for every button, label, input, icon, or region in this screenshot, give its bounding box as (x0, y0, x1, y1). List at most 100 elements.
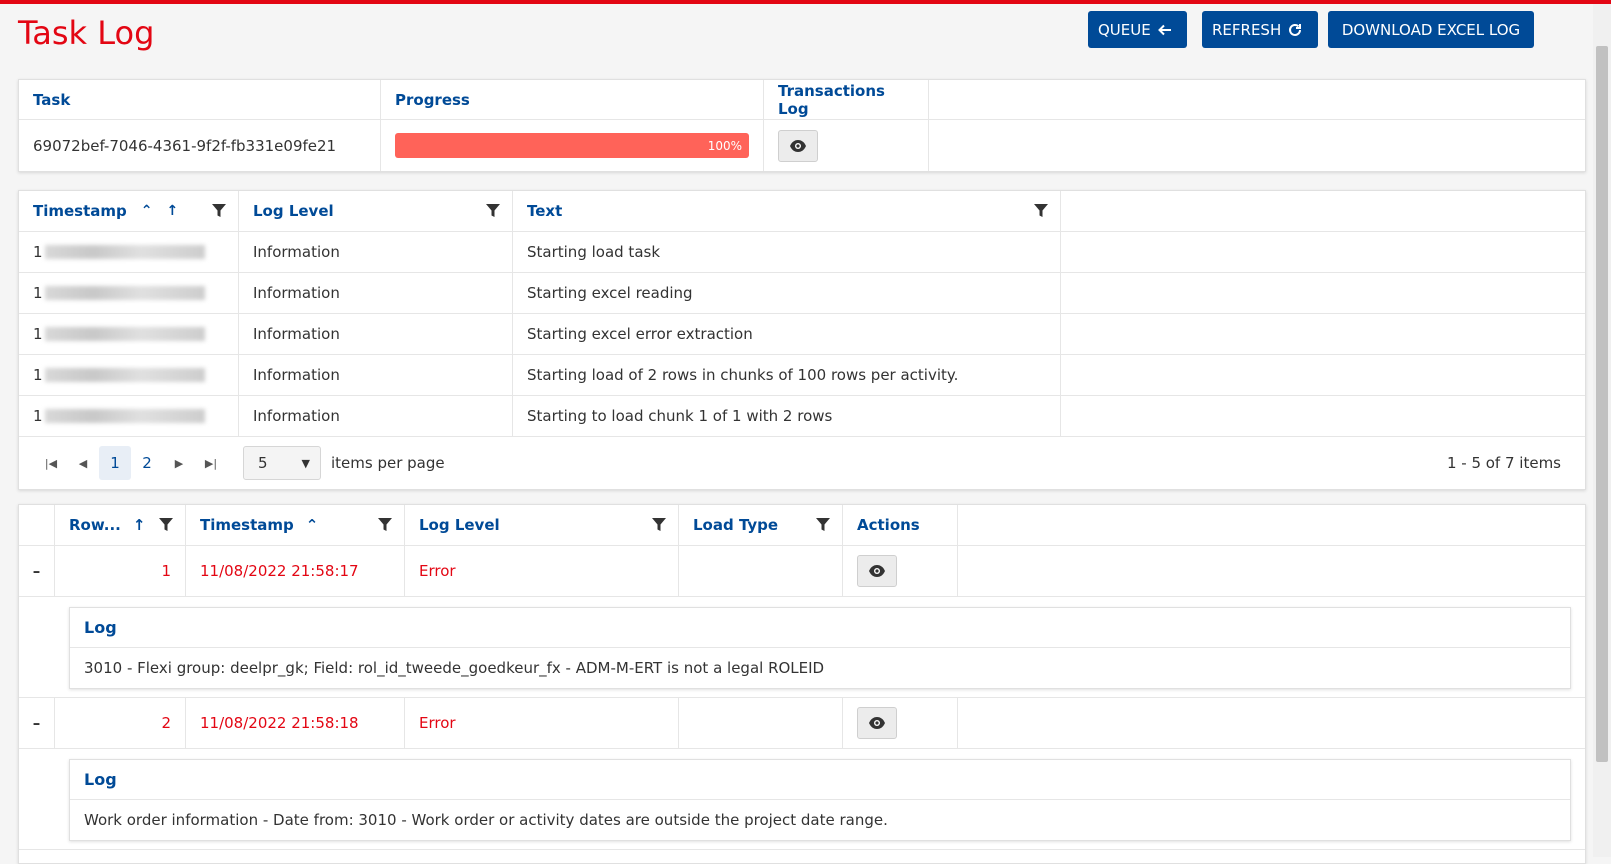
download-excel-log-button[interactable]: DOWNLOAD EXCEL LOG (1328, 11, 1534, 48)
redacted-timestamp (44, 245, 205, 259)
timestamp-column-header[interactable]: Timestamp ⌃ (186, 505, 405, 546)
redacted-timestamp (44, 409, 205, 423)
task-log-page: Task Log QUEUE REFRESH DOWNLOAD EXCEL LO… (0, 4, 1593, 864)
redacted-timestamp (44, 286, 205, 300)
log-level-column-header[interactable]: Log Level (239, 191, 513, 232)
table-row-timestamp: 1 (19, 396, 239, 437)
first-page-button[interactable]: |◀ (35, 446, 67, 480)
page-1-button[interactable]: 1 (99, 446, 131, 480)
table-row-timestamp: 1 (19, 314, 239, 355)
pagination-bar: |◀ ◀ 1 2 ▶ ▶| 5 ▼ items per page 1 - 5 o… (19, 437, 1585, 489)
progress-bar: 100% (395, 133, 749, 158)
download-button-label: DOWNLOAD EXCEL LOG (1341, 20, 1521, 39)
progress-cell: 100% (381, 120, 764, 171)
table-row-timestamp: 1 (19, 355, 239, 396)
actions-column-header: Actions (843, 505, 958, 546)
table-row-text: Starting load of 2 rows in chunks of 100… (513, 355, 1061, 396)
transactions-log-column-header[interactable]: Transactions Log (764, 80, 929, 120)
eye-icon (869, 565, 885, 577)
table-row-level: Information (239, 232, 513, 273)
row-detail-log: Log 3010 - Flexi group: deelpr_gk; Field… (69, 607, 1571, 689)
table-row-text: Starting excel error extraction (513, 314, 1061, 355)
table-row: – 2 11/08/2022 21:58:18 Error (19, 698, 1585, 749)
row-actions (843, 698, 958, 749)
row-detail-panel: Log 3010 - Flexi group: deelpr_gk; Field… (19, 597, 1585, 698)
refresh-icon (1289, 23, 1302, 36)
row-column-header[interactable]: Row... ↑ (55, 505, 186, 546)
filter-icon[interactable] (378, 518, 392, 532)
table-row-timestamp: 1 (19, 232, 239, 273)
page-scrollbar[interactable] (1593, 4, 1611, 857)
view-row-button[interactable] (857, 555, 897, 587)
row-load-type (679, 546, 843, 597)
sort-toggle-icon[interactable]: ⌃ (141, 203, 153, 219)
eye-icon (869, 717, 885, 729)
page-size-select[interactable]: 5 ▼ (243, 446, 321, 480)
queue-button[interactable]: QUEUE (1088, 11, 1187, 48)
view-transactions-log-button[interactable] (778, 129, 818, 162)
view-row-button[interactable] (857, 707, 897, 739)
task-summary-table: Task Progress Transactions Log 69072bef-… (18, 79, 1586, 172)
next-page-button[interactable]: ▶ (163, 446, 195, 480)
detail-log-text: 3010 - Flexi group: deelpr_gk; Field: ro… (84, 659, 825, 677)
row-detail-panel: Log Work order information - Date from: … (19, 749, 1585, 850)
sort-toggle-icon[interactable]: ⌃ (306, 516, 319, 534)
row-timestamp: 11/08/2022 21:58:18 (186, 698, 405, 749)
table-row-text: Starting to load chunk 1 of 1 with 2 row… (513, 396, 1061, 437)
filter-icon[interactable] (1034, 204, 1048, 218)
filter-icon[interactable] (652, 518, 666, 532)
page-title: Task Log (18, 14, 155, 52)
previous-page-button[interactable]: ◀ (67, 446, 99, 480)
table-row-timestamp: 1 (19, 273, 239, 314)
page-size-value: 5 (258, 454, 268, 472)
last-page-button[interactable]: ▶| (195, 446, 227, 480)
load-type-header-label: Load Type (693, 516, 779, 534)
detail-log-header: Log (70, 760, 1570, 800)
load-type-column-header[interactable]: Load Type (679, 505, 843, 546)
chevron-down-icon: ▼ (301, 456, 310, 470)
items-per-page-label: items per page (331, 454, 445, 472)
row-log-level: Error (405, 546, 679, 597)
detail-log-text: Work order information - Date from: 3010… (84, 811, 888, 829)
progress-column-header[interactable]: Progress (381, 80, 764, 120)
task-column-header[interactable]: Task (19, 80, 381, 120)
row-header-label: Row... (69, 516, 121, 534)
filter-icon[interactable] (159, 518, 173, 532)
table-row-level: Information (239, 314, 513, 355)
refresh-button[interactable]: REFRESH (1202, 11, 1318, 48)
timestamp-header-label: Timestamp (33, 202, 127, 220)
log-level-column-header[interactable]: Log Level (405, 505, 679, 546)
text-header-label: Text (527, 202, 563, 220)
collapse-row-toggle[interactable]: – (19, 698, 55, 749)
redacted-timestamp (44, 327, 205, 341)
collapse-row-toggle[interactable]: – (19, 546, 55, 597)
table-row-level: Information (239, 355, 513, 396)
sort-ascending-icon[interactable]: ↑ (133, 516, 146, 534)
filter-icon[interactable] (816, 518, 830, 532)
row-number: 1 (55, 546, 186, 597)
filter-icon[interactable] (486, 204, 500, 218)
row-number: 2 (55, 698, 186, 749)
scrollbar-thumb[interactable] (1596, 46, 1608, 762)
header-filler (929, 80, 1585, 120)
filter-icon[interactable] (212, 204, 226, 218)
row-log-level: Error (405, 698, 679, 749)
page-2-button[interactable]: 2 (131, 446, 163, 480)
pagination-info: 1 - 5 of 7 items (1446, 454, 1561, 472)
refresh-button-label: REFRESH (1212, 20, 1282, 39)
progress-label: 100% (707, 138, 742, 153)
sort-ascending-icon[interactable]: ↑ (167, 203, 179, 219)
timestamp-column-header[interactable]: Timestamp ⌃ ↑ (19, 191, 239, 232)
log-level-header-label: Log Level (419, 516, 500, 534)
log-level-header-label: Log Level (253, 202, 334, 220)
timestamp-header-label: Timestamp (200, 516, 294, 534)
table-row-level: Information (239, 273, 513, 314)
table-row-level: Information (239, 396, 513, 437)
text-column-header[interactable]: Text (513, 191, 1061, 232)
table-row: – 1 11/08/2022 21:58:17 Error (19, 546, 1585, 597)
row-actions (843, 546, 958, 597)
arrow-left-icon (1157, 24, 1171, 35)
transactions-log-cell (764, 120, 929, 171)
row-errors-table: Row... ↑ Timestamp ⌃ Log Level Load Type… (18, 504, 1586, 864)
table-row-text: Starting load task (513, 232, 1061, 273)
